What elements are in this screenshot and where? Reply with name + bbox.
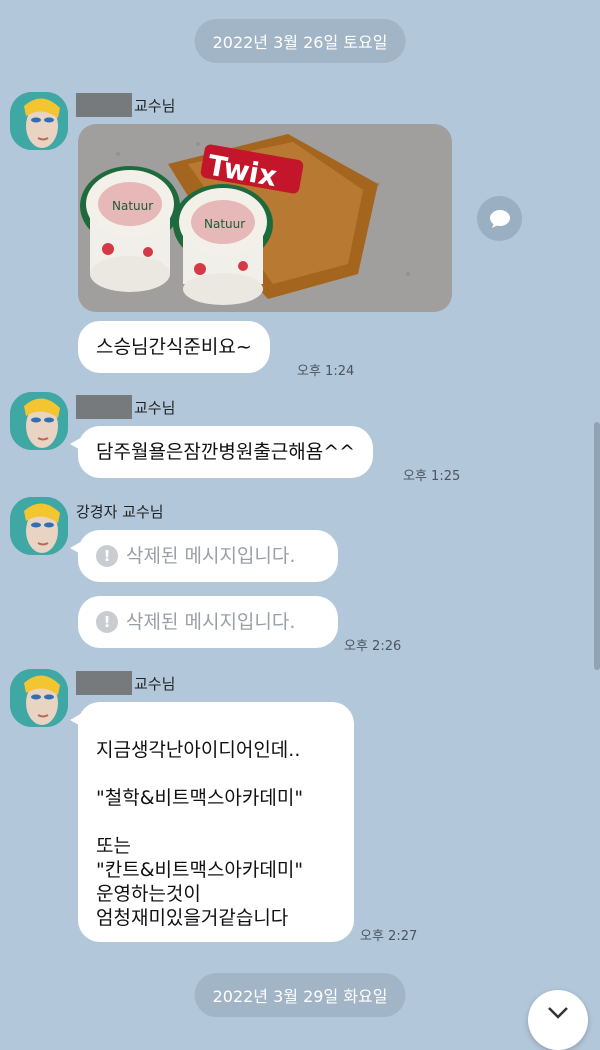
scroll-to-bottom-button[interactable] xyxy=(528,990,588,1050)
warning-icon: ! xyxy=(96,611,118,633)
share-button[interactable] xyxy=(477,196,522,241)
redacted-name xyxy=(76,671,132,695)
sender-name: 교수님 xyxy=(76,671,175,695)
avatar[interactable] xyxy=(10,92,68,150)
date-divider: 2022년 3월 26일 토요일 xyxy=(194,19,406,63)
scrollbar[interactable] xyxy=(594,422,600,670)
avatar-image xyxy=(10,392,68,450)
warning-icon: ! xyxy=(96,545,118,567)
message-bubble[interactable]: 스승님간식준비요~ xyxy=(78,321,270,373)
date-divider: 2022년 3월 29일 화요일 xyxy=(194,973,406,1017)
avatar[interactable] xyxy=(10,497,68,555)
message-time: 오후 2:26 xyxy=(344,639,402,654)
avatar-image xyxy=(10,669,68,727)
message-time: 오후 2:27 xyxy=(360,929,418,944)
message-bubble[interactable]: 지금생각난아이디어인데.. "철학&비트맥스아카데미" 또는 "칸트&비트맥스아… xyxy=(70,702,354,942)
message-bubble[interactable]: 담주월욜은잠깐병원출근해욤^^ xyxy=(69,426,374,478)
cup-brand: Natuur xyxy=(112,199,153,213)
sender-name: 교수님 xyxy=(76,395,175,419)
sender-name: 교수님 xyxy=(76,93,175,117)
avatar-image xyxy=(10,497,68,555)
cup-brand: Natuur xyxy=(204,217,245,231)
avatar[interactable] xyxy=(10,669,68,727)
deleted-message-bubble[interactable]: ! 삭제된 메시지입니다. xyxy=(78,596,338,648)
redacted-name xyxy=(76,93,132,117)
message-time: 오후 1:25 xyxy=(403,469,461,484)
avatar-image xyxy=(10,92,68,150)
photo-image: Twix Natuur Natuur xyxy=(78,124,452,312)
sender-name: 강경자 교수님 xyxy=(76,502,164,521)
message-time: 오후 1:24 xyxy=(297,364,355,379)
avatar[interactable] xyxy=(10,392,68,450)
chevron-down-icon xyxy=(548,1007,568,1019)
speech-bubble-icon xyxy=(489,209,510,228)
deleted-message-bubble[interactable]: ! 삭제된 메시지입니다. xyxy=(70,530,338,582)
redacted-name xyxy=(76,395,132,419)
snack-photo[interactable]: Twix Natuur Natuur xyxy=(78,124,452,312)
